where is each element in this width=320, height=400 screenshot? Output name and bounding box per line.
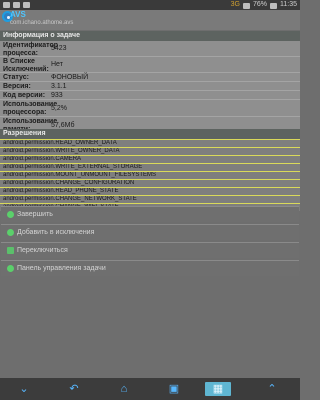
info-row-exclusion: В Списке Исключений: Нет: [0, 57, 300, 73]
notification-icon: [23, 2, 30, 8]
info-label: Версия:: [3, 83, 31, 90]
section-title-permissions: Разрешения: [0, 129, 300, 139]
screenshot-icon[interactable]: ▦: [205, 382, 231, 396]
collapse-icon[interactable]: ⌄: [14, 382, 34, 396]
status-bar: 3G 76% 11:35: [0, 0, 300, 10]
list-item: android.permission.CHANGE_NETWORK_STATE: [0, 195, 300, 203]
info-value: 933: [51, 91, 63, 99]
list-item: android.permission.WRITE_EXTERNAL_STORAG…: [0, 163, 300, 171]
settings-icon: [7, 265, 14, 272]
list-item: android.permission.WRITE_OWNER_DATA: [0, 147, 300, 155]
clock: 11:35: [280, 1, 297, 8]
action-label: Панель управления задачи: [17, 265, 106, 272]
app-package: com.ichano.athome.avs: [10, 20, 74, 26]
battery-text: 76%: [252, 1, 267, 8]
list-item: android.permission.CAMERA: [0, 155, 300, 163]
status-notifications: [3, 0, 30, 8]
permissions-list[interactable]: android.permission.READ_OWNER_DATA andro…: [0, 139, 300, 211]
info-value: 5423: [51, 45, 67, 52]
status-indicators: 3G 76% 11:35: [231, 0, 297, 10]
info-row-version: Версия: 3.1.1: [0, 82, 300, 91]
list-item: android.permission.READ_PHONE_STATE: [0, 187, 300, 195]
action-label: Завершить: [17, 211, 53, 218]
list-item: android.permission.MOUNT_UNMOUNT_FILESYS…: [0, 171, 300, 179]
info-value: ФОНОВЫЙ: [51, 73, 89, 81]
network-label: 3G: [230, 1, 240, 8]
list-item: android.permission.READ_OWNER_DATA: [0, 139, 300, 147]
recent-apps-icon[interactable]: ▣: [164, 382, 184, 396]
notification-icon: [13, 2, 20, 8]
notification-icon: [3, 2, 10, 8]
action-label: Добавить в исключения: [17, 229, 95, 236]
task-control-panel-button[interactable]: Панель управления задачи: [1, 260, 299, 276]
info-label: Использование процессора:: [3, 101, 58, 116]
info-table: Идентификатор процесса: 5423 В Списке Ис…: [0, 41, 300, 134]
navigation-bar: ⌄ ↶ ⌂ ▣ ▦ ⌃: [0, 378, 300, 400]
info-value: 3.1.1: [51, 82, 67, 90]
home-icon[interactable]: ⌂: [114, 382, 134, 396]
switch-icon: [7, 247, 14, 254]
info-label: Идентификатор процесса:: [3, 42, 59, 57]
action-list: Завершить Добавить в исключения Переключ…: [0, 206, 300, 278]
end-task-button[interactable]: Завершить: [1, 206, 299, 222]
add-icon: [7, 229, 14, 236]
battery-icon: [270, 3, 277, 9]
info-label: Статус:: [3, 74, 29, 81]
info-value: Нет: [51, 61, 63, 68]
screen: 3G 76% 11:35 AVS com.ichano.athome.avs И…: [0, 0, 300, 400]
info-row-pid: Идентификатор процесса: 5423: [0, 41, 300, 57]
list-item: android.permission.CHANGE_CONFIGURATION: [0, 179, 300, 187]
info-row-cpu: Использование процессора: 5,2%: [0, 100, 300, 117]
end-icon: [7, 211, 14, 218]
info-label: В Списке Исключений:: [3, 58, 49, 73]
info-row-status: Статус: ФОНОВЫЙ: [0, 73, 300, 82]
app-name: AVS: [10, 10, 26, 19]
switch-button[interactable]: Переключиться: [1, 242, 299, 258]
info-value: 5,2%: [51, 104, 67, 112]
signal-icon: [242, 3, 250, 9]
info-label: Код версии:: [3, 92, 46, 99]
section-title-info: Информация о задаче: [0, 31, 300, 41]
add-exclusion-button[interactable]: Добавить в исключения: [1, 224, 299, 240]
action-label: Переключиться: [17, 247, 68, 254]
menu-icon[interactable]: ⌃: [262, 382, 282, 396]
back-icon[interactable]: ↶: [64, 382, 84, 396]
info-row-version-code: Код версии: 933: [0, 91, 300, 100]
